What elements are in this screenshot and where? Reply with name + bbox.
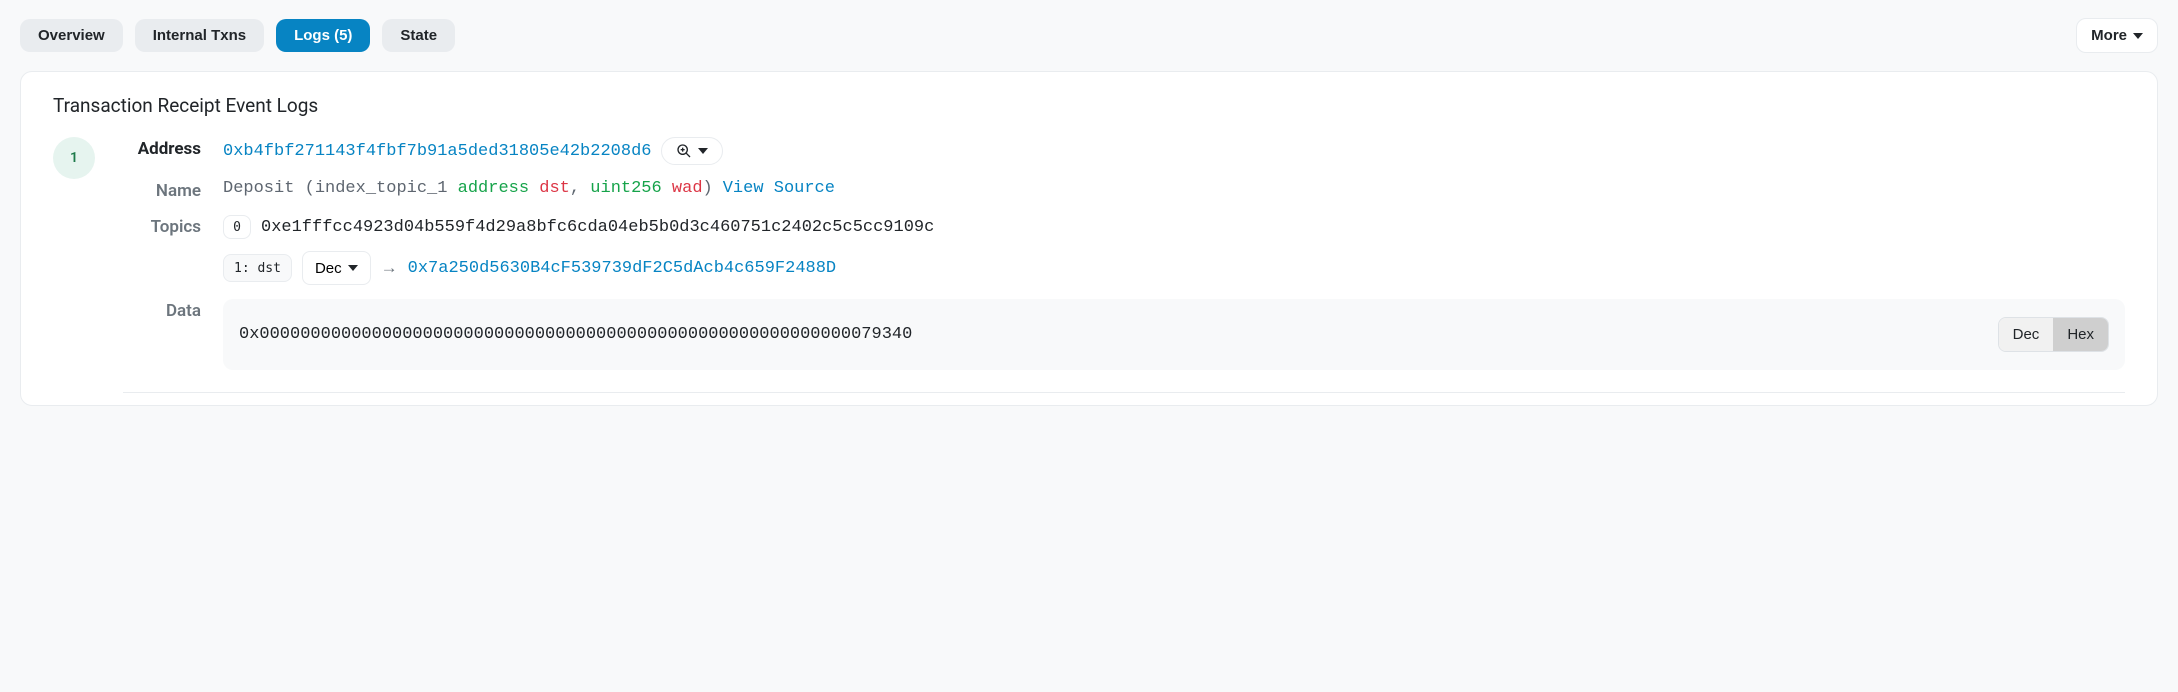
address-link[interactable]: 0xb4fbf271143f4fbf7b91a5ded31805e42b2208… <box>223 142 651 161</box>
dec-hex-toggle: Dec Hex <box>1998 317 2109 352</box>
chevron-down-icon <box>2133 33 2143 39</box>
topic-index-0: 0 <box>223 215 251 239</box>
zoom-in-icon <box>676 143 692 159</box>
data-value: 0x00000000000000000000000000000000000000… <box>239 325 1984 344</box>
label-data: Data <box>123 299 223 321</box>
chevron-down-icon <box>698 148 708 154</box>
label-name: Name <box>123 179 223 201</box>
tab-overview[interactable]: Overview <box>20 19 123 52</box>
chevron-down-icon <box>348 265 358 271</box>
more-button[interactable]: More <box>2076 18 2158 53</box>
log-divider <box>123 392 2125 393</box>
tab-state[interactable]: State <box>382 19 455 52</box>
topic-row-1: 1: dst Dec → 0x7a250d5630B4cF539739dF2C5… <box>223 251 2125 285</box>
logs-panel: Transaction Receipt Event Logs 1 Address… <box>20 71 2158 406</box>
panel-title: Transaction Receipt Event Logs <box>53 94 2125 117</box>
event-func-name: Deposit <box>223 179 294 198</box>
topic-row-0: 0 0xe1fffcc4923d04b559f4d29a8bfc6cda04eb… <box>223 215 2125 239</box>
arrow-right-icon: → <box>381 258 398 278</box>
topic-1-address-link[interactable]: 0x7a250d5630B4cF539739dF2C5dAcb4c659F248… <box>408 259 836 278</box>
tab-internal-txns[interactable]: Internal Txns <box>135 19 264 52</box>
label-topics: Topics <box>123 215 223 237</box>
label-address: Address <box>123 137 223 159</box>
topic-1-format-select[interactable]: Dec <box>302 251 371 285</box>
data-dec-button[interactable]: Dec <box>1999 318 2054 351</box>
log-entry: 1 Address 0xb4fbf271143f4fbf7b91a5ded318… <box>53 137 2125 393</box>
tabs-list: Overview Internal Txns Logs (5) State <box>20 19 455 52</box>
data-hex-button[interactable]: Hex <box>2053 318 2108 351</box>
more-label: More <box>2091 27 2127 44</box>
topic-0-value: 0xe1fffcc4923d04b559f4d29a8bfc6cda04eb5b… <box>261 218 934 237</box>
log-index-badge: 1 <box>53 137 95 179</box>
topic-1-label: 1: dst <box>223 254 292 282</box>
view-source-link[interactable]: View Source <box>723 179 835 198</box>
address-filter-button[interactable] <box>661 137 723 165</box>
tab-logs[interactable]: Logs (5) <box>276 19 370 52</box>
event-signature: Deposit (index_topic_1 address dst, uint… <box>223 179 713 198</box>
